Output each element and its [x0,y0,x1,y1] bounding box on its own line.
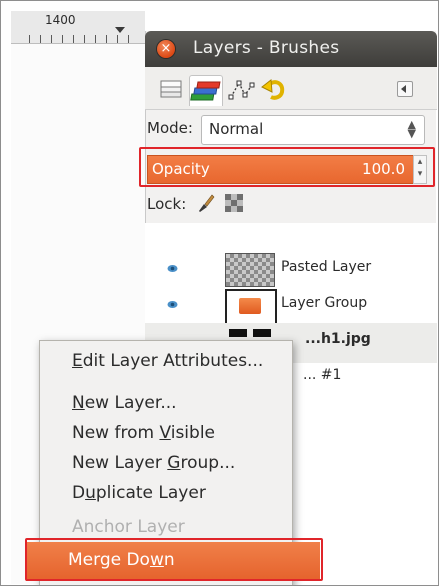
undo-history-icon [261,79,285,100]
layer-name: Pasted Layer [281,259,372,275]
tab-menu-icon[interactable] [397,81,413,97]
ruler-ticks [29,35,139,43]
lock-alpha-checker-icon[interactable] [223,192,245,214]
lock-label: Lock: [147,195,187,213]
eye-visibility-icon[interactable] [167,299,178,310]
layer-name: Layer Group [281,295,368,311]
menu-item-anchor-layer: Anchor Layer [72,517,185,537]
mode-value: Normal [209,120,264,138]
menu-item-new-layer-group[interactable]: New Layer Group... [72,453,235,473]
tab-paths[interactable] [225,75,257,105]
brushes-icon [190,81,221,101]
mode-label: Mode: [147,119,193,137]
chevron-updown-icon: ▲ ▼ [407,118,416,140]
menu-item-edit-layer-attributes[interactable]: Edit Layer Attributes... [72,351,263,371]
screenshot-frame: 1400 × Layers - Brushes Mode: Normal ▲ ▼… [0,0,439,586]
layer-row[interactable]: Layer Group [145,285,437,325]
paths-icon [228,80,255,100]
ruler-value: 1400 [45,13,76,27]
menu-item-new-from-visible[interactable]: New from Visible [72,423,215,443]
menu-item-new-layer[interactable]: New Layer... [72,393,177,413]
tab-undo-history[interactable] [259,75,291,105]
merge-down-highlight-box [25,538,323,581]
layer-name: ...h1.jpg [305,331,371,347]
layer-group-thumbnail [225,289,277,325]
layer-name: ... #1 [303,367,342,383]
layer-row[interactable]: Pasted Layer [145,249,437,289]
close-button[interactable]: × [157,40,175,58]
lock-pixels-brush-icon[interactable] [195,192,217,214]
layers-icon [160,80,182,98]
ruler-menu-arrow-icon[interactable] [115,27,125,33]
folder-icon [239,298,261,314]
menu-item-duplicate-layer[interactable]: Duplicate Layer [72,483,206,503]
image-thumbnail [229,329,247,337]
image-thumbnail-part [253,329,271,337]
window-title: Layers - Brushes [193,38,340,58]
mode-select[interactable]: Normal ▲ ▼ [201,115,425,145]
pasted-layer-thumbnail [225,253,275,287]
tab-layers[interactable] [155,75,187,105]
tab-brushes[interactable] [189,75,223,106]
eye-visibility-icon[interactable] [167,263,178,274]
dock-tab-bar [145,67,437,110]
opacity-highlight-box [139,147,435,187]
window-titlebar: × Layers - Brushes [145,31,437,67]
